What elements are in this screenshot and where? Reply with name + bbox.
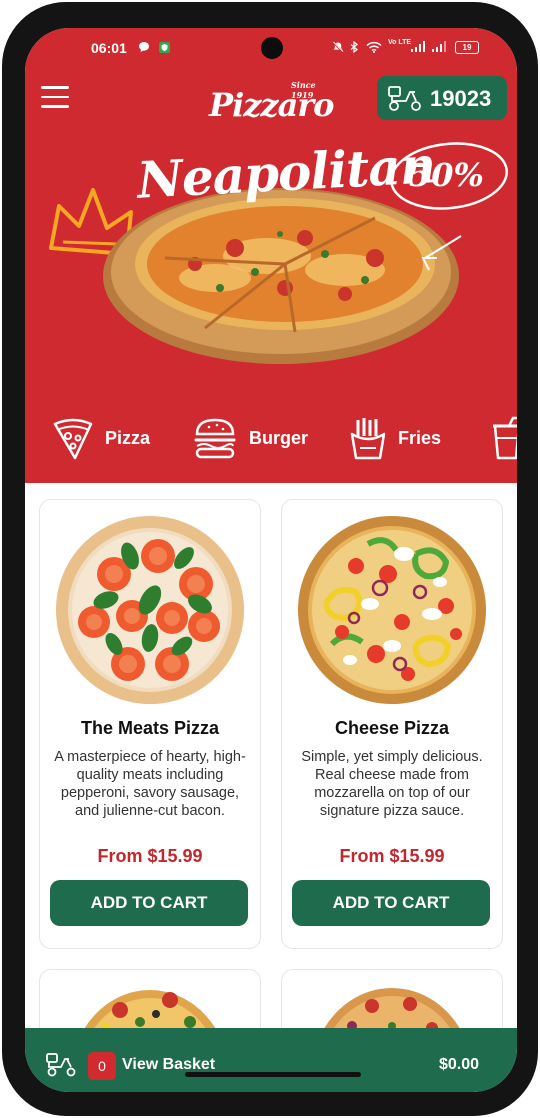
discount-badge: 50% [391,144,499,206]
wifi-icon [366,41,382,56]
cheese-pizza-image [298,516,486,704]
pizza-slice-icon [53,418,93,460]
product-card[interactable]: The Meats Pizza A masterpiece of hearty,… [39,499,261,949]
bluetooth-icon [350,40,359,56]
category-bar: Pizza Burger Fries [25,408,517,468]
product-card[interactable]: Cheese Pizza Simple, yet simply deliciou… [281,499,503,949]
mute-icon [332,41,344,56]
product-name: Cheese Pizza [334,718,450,738]
product-price: From $15.99 [97,846,203,866]
product-grid: The Meats Pizza A masterpiece of hearty,… [25,483,517,1083]
app-screen: 06:01 Vo LTE 19 Since 1919 Pizzaro 19023… [25,28,517,1092]
front-camera [261,37,283,59]
status-bar: 06:01 Vo LTE 19 [25,28,517,68]
product-name: The Meats Pizza [80,718,220,738]
header-section: 06:01 Vo LTE 19 Since 1919 Pizzaro 19023… [25,28,517,483]
product-description: Simple, yet simply delicious. Real chees… [301,749,483,819]
battery-indicator: 19 [455,41,479,54]
signal-icon-2 [432,41,446,55]
meats-pizza-image [56,516,244,704]
discount-text: 50% [409,156,484,194]
category-label: Fries [398,427,442,448]
category-label: Burger [249,427,309,448]
drink-cup-icon [493,416,517,460]
logo-text: Pizzaro [209,86,334,124]
category-burger[interactable]: Burger [193,408,308,468]
category-label: Pizza [105,427,151,448]
hamburger-menu-icon[interactable] [41,86,69,110]
signal-icon [411,41,425,55]
volte-label: Vo LTE [388,39,412,46]
add-to-cart-button[interactable]: ADD TO CART [50,880,248,926]
basket-bar[interactable]: 0 View Basket $0.00 [25,1028,517,1092]
home-indicator[interactable] [185,1072,361,1077]
hotline-button[interactable]: 19023 [377,76,507,120]
promo-banner[interactable]: Neapolitan 50% [45,135,515,388]
hotline-number: 19023 [430,86,492,111]
product-price: From $15.99 [339,846,445,866]
category-fries[interactable]: Fries [350,408,441,468]
brand-logo: Since 1919 Pizzaro [209,80,334,126]
chat-icon [138,41,150,56]
status-time: 06:01 [91,40,127,56]
delivery-scooter-icon [46,1053,76,1077]
basket-total: $0.00 [439,1056,480,1073]
product-description: A masterpiece of hearty, high-quality me… [54,749,246,819]
burger-icon [194,418,236,459]
category-pizza[interactable]: Pizza [53,408,150,468]
fries-icon [350,418,386,460]
shield-icon [158,41,171,57]
delivery-scooter-icon [388,86,421,111]
phone-frame: 06:01 Vo LTE 19 Since 1919 Pizzaro 19023… [2,2,538,1116]
basket-count-badge: 0 [88,1052,116,1080]
add-to-cart-button[interactable]: ADD TO CART [292,880,490,926]
category-drinks[interactable] [491,408,517,468]
